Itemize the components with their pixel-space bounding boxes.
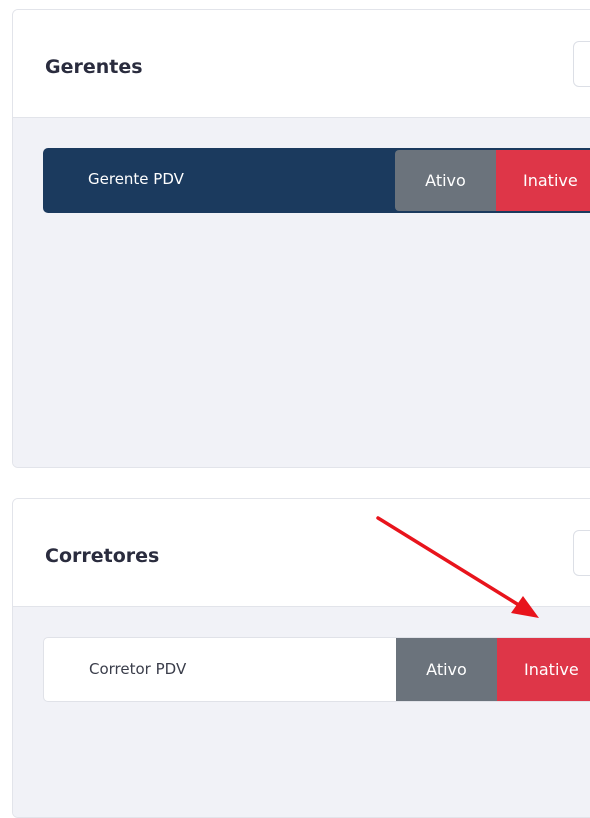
- gerentes-card-header: Gerentes: [13, 10, 590, 118]
- gerente-pdv-row[interactable]: Gerente PDV Ativo Inative: [43, 148, 590, 213]
- gerentes-card-body: Gerente PDV Ativo Inative: [13, 118, 590, 467]
- gerente-ativo-button[interactable]: Ativo: [395, 150, 496, 211]
- corretores-card: Corretores Corretor PDV Ativo Inative: [12, 498, 590, 818]
- corretores-card-header: Corretores: [13, 499, 590, 607]
- gerentes-card: Gerentes Gerente PDV Ativo Inative: [12, 9, 590, 468]
- gerente-inativo-button[interactable]: Inative: [496, 150, 590, 211]
- corretor-pdv-label: Corretor PDV: [89, 660, 187, 678]
- corretor-inativo-button[interactable]: Inative: [497, 638, 590, 701]
- corretor-pdv-row[interactable]: Corretor PDV Ativo Inative: [43, 637, 590, 702]
- gerentes-header-control[interactable]: [573, 41, 590, 87]
- corretor-ativo-button[interactable]: Ativo: [396, 638, 497, 701]
- corretores-card-body: Corretor PDV Ativo Inative: [13, 607, 590, 817]
- gerente-pdv-label: Gerente PDV: [88, 170, 184, 188]
- corretores-title: Corretores: [45, 545, 160, 567]
- gerentes-title: Gerentes: [45, 56, 143, 78]
- corretores-header-control[interactable]: [573, 530, 590, 576]
